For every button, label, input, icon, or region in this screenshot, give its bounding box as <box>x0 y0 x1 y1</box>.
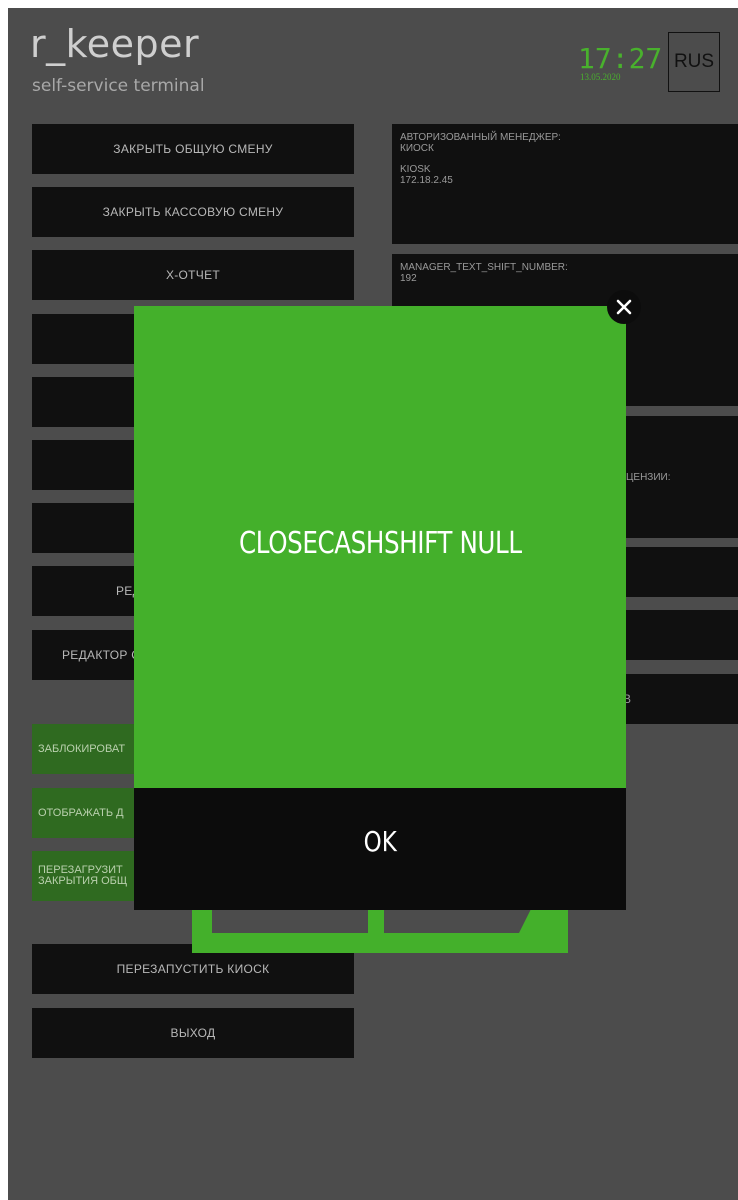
close-dialog-button[interactable] <box>607 290 641 324</box>
manager-value: КИОСК <box>400 143 434 154</box>
block-label: ЗАБЛОКИРОВАТ <box>38 742 126 755</box>
shift-value: 192 <box>400 273 417 284</box>
x-report-label: Х-ОТЧЕТ <box>165 268 221 282</box>
x-report-button[interactable]: Х-ОТЧЕТ <box>32 250 354 300</box>
language-label: RUS <box>673 51 715 72</box>
license-label: ЦЕНЗИИ: <box>626 472 671 483</box>
close-cash-shift-button[interactable]: ЗАКРЫТЬ КАССОВУЮ СМЕНУ <box>32 187 354 237</box>
kiosk-ip: 172.18.2.45 <box>400 175 453 186</box>
close-general-shift-label: ЗАКРЫТЬ ОБЩУЮ СМЕНУ <box>113 142 273 156</box>
close-icon <box>616 299 632 315</box>
dialog-body: CLOSECASHSHIFT NULL <box>134 306 626 790</box>
exit-label: ВЫХОД <box>170 1026 216 1040</box>
restart-kiosk-label: ПЕРЕЗАПУСТИТЬ КИОСК <box>116 962 270 976</box>
kiosk-name: KIOSK <box>400 164 431 175</box>
shift-label: MANAGER_TEXT_SHIFT_NUMBER: <box>400 262 568 273</box>
dialog-message: CLOSECASHSHIFT NULL <box>238 525 522 561</box>
clock-date: 13.05.2020 <box>580 72 621 82</box>
exit-button[interactable]: ВЫХОД <box>32 1008 354 1058</box>
manager-info-panel: АВТОРИЗОВАННЫЙ МЕНЕДЖЕР: КИОСК KIOSK 172… <box>392 124 738 244</box>
ok-button-label: OK <box>363 824 397 858</box>
editor-s-label: РЕДАКТОР С <box>62 648 141 662</box>
manager-label: АВТОРИЗОВАННЫЙ МЕНЕДЖЕР: <box>400 132 561 143</box>
display-label: ОТОБРАЖАТЬ Д <box>38 806 124 819</box>
clock-time: 17:27 <box>578 42 663 75</box>
logo-subtitle: self-service terminal <box>32 76 205 96</box>
close-cash-shift-label: ЗАКРЫТЬ КАССОВУЮ СМЕНУ <box>102 205 284 219</box>
logo-title: r_keeper <box>30 22 200 66</box>
kiosk-manager-screen: r_keeper self-service terminal 17:27 13.… <box>8 8 738 1200</box>
language-button[interactable]: RUS <box>668 32 720 92</box>
alert-dialog: CLOSECASHSHIFT NULL OK <box>134 306 626 910</box>
ok-button[interactable]: OK <box>134 788 626 910</box>
reboot-label-line2: ЗАКРЫТИЯ ОБЩ <box>38 875 128 887</box>
close-general-shift-button[interactable]: ЗАКРЫТЬ ОБЩУЮ СМЕНУ <box>32 124 354 174</box>
